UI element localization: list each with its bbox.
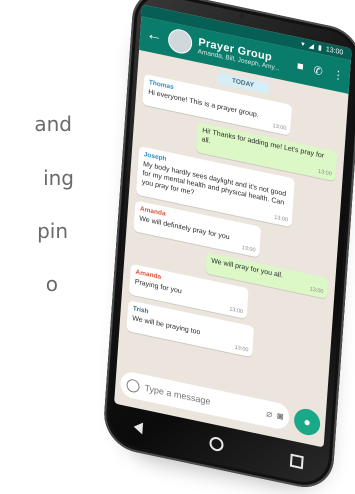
mic-button[interactable]: ● — [293, 406, 322, 438]
side-text-line: and — [34, 112, 72, 136]
side-text-line: ing — [43, 166, 74, 190]
nav-home-icon[interactable] — [209, 435, 224, 453]
battery-icon: ▮ — [317, 44, 323, 53]
mic-icon: ● — [303, 414, 312, 430]
back-arrow-icon[interactable]: ← — [146, 25, 163, 45]
chat-body: TODAY Thomas Hi everyone! This is a pray… — [118, 50, 348, 385]
message-input[interactable] — [144, 382, 262, 418]
front-camera — [239, 12, 245, 19]
message-time: 13:00 — [309, 286, 324, 296]
emoji-icon[interactable] — [126, 377, 141, 394]
side-text-line: pin — [37, 219, 68, 243]
attach-icon[interactable]: ⌀ — [266, 408, 273, 420]
message-time: 13:00 — [241, 244, 256, 254]
message-time: 13:00 — [317, 168, 332, 178]
nav-back-icon[interactable] — [133, 420, 144, 435]
message-time: 13:00 — [274, 214, 289, 224]
message-time: 13:00 — [229, 306, 244, 316]
phone-icon[interactable]: ✆ — [313, 63, 323, 78]
phone-screen: ▾ ◢ ▮ 13:00 ← Prayer Group Amanda, Bill,… — [114, 4, 352, 448]
side-text-block: and ing pin o — [0, 0, 120, 486]
side-text-line: o — [45, 272, 58, 296]
message-time: 13:00 — [272, 123, 287, 132]
wifi-icon: ▾ — [300, 40, 305, 49]
signal-icon: ◢ — [308, 42, 315, 51]
more-vert-icon[interactable]: ⋮ — [332, 67, 344, 82]
phone-mockup: ▾ ◢ ▮ 13:00 ← Prayer Group Amanda, Bill,… — [102, 0, 355, 494]
message-time: 13:00 — [234, 344, 249, 354]
video-icon[interactable]: ■ — [297, 60, 304, 73]
group-avatar[interactable] — [167, 27, 193, 56]
camera-icon[interactable]: ◙ — [277, 410, 284, 422]
nav-recents-icon[interactable] — [289, 453, 304, 469]
